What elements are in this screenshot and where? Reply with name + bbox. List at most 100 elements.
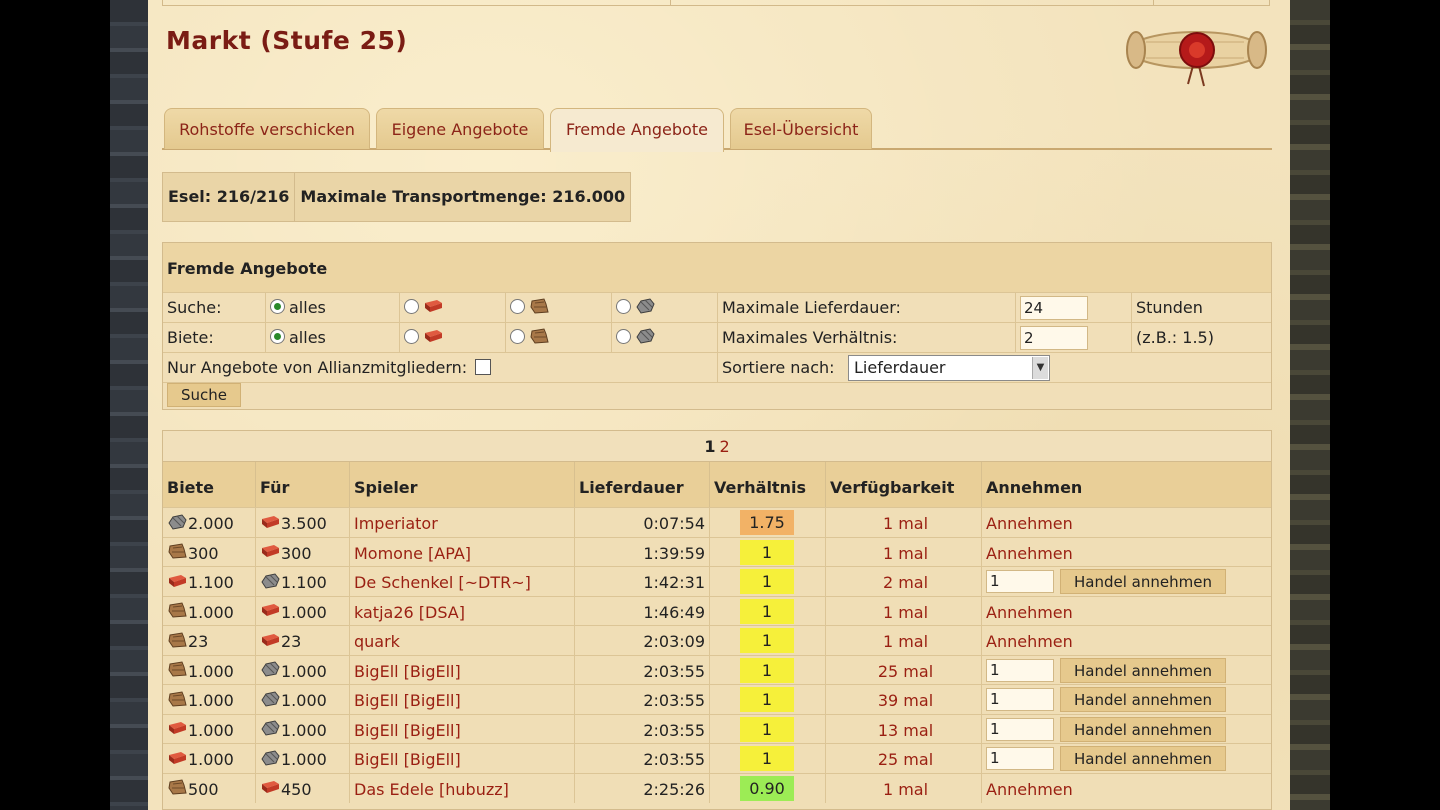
player-link[interactable]: katja26 [DSA]: [354, 603, 465, 622]
accept-cell: Annehmen: [981, 626, 1273, 655]
offer-cell: 1.100: [163, 567, 255, 596]
player-link[interactable]: Imperiator: [354, 514, 438, 533]
col-accept: Annehmen: [981, 462, 1273, 508]
tab-foreign-offers[interactable]: Fremde Angebote: [550, 108, 724, 152]
availability: 1 mal: [825, 626, 981, 655]
radio-button[interactable]: [404, 329, 419, 344]
radio-button[interactable]: [616, 299, 631, 314]
page-link[interactable]: 2: [719, 437, 729, 456]
search-button[interactable]: Suche: [167, 383, 241, 407]
max-delivery-input[interactable]: 24: [1020, 296, 1088, 320]
tab-own-offers[interactable]: Eigene Angebote: [376, 108, 544, 149]
trade-quantity-input[interactable]: 1: [986, 688, 1054, 711]
trade-quantity-input[interactable]: 1: [986, 658, 1054, 682]
chevron-down-icon[interactable]: ▼: [1032, 357, 1048, 379]
accept-cell: 1 Handel annehmen: [981, 567, 1273, 596]
stone-icon: [261, 749, 280, 766]
radio-button[interactable]: [404, 299, 419, 314]
offer-amount: 1.000: [188, 691, 234, 710]
player-link[interactable]: BigEll [BigEll]: [354, 721, 461, 740]
donkey-count: Esel: 216/216: [163, 173, 296, 221]
trade-quantity-input[interactable]: 1: [986, 570, 1054, 593]
offer-cell: 23: [163, 626, 255, 655]
transport-stats: Esel: 216/216 Maximale Transportmenge: 2…: [162, 172, 632, 222]
accept-link[interactable]: Annehmen: [986, 514, 1073, 533]
table-row: 1.000 1.000 katja26 [DSA] 1:46:49 1 1 mal Anne…: [163, 595, 1271, 626]
accept-trade-button[interactable]: Handel annehmen: [1060, 746, 1226, 771]
player-link[interactable]: BigEll [BigEll]: [354, 691, 461, 710]
all-label: alles: [289, 328, 326, 347]
player-link[interactable]: BigEll [BigEll]: [354, 662, 461, 681]
radio-button[interactable]: [270, 299, 285, 314]
delivery-time: 1:46:49: [574, 596, 709, 626]
search-row-submit: [163, 382, 1271, 411]
offers-table: 1 2 Biete Für Spieler Lieferdauer Verhält…: [162, 430, 1272, 810]
player-link[interactable]: quark: [354, 632, 400, 651]
ratio-cell: 1: [709, 596, 825, 626]
accept-cell: 1 Handel annehmen: [981, 685, 1273, 714]
max-delivery-unit: Stunden: [1131, 293, 1273, 323]
search-stone-option[interactable]: [611, 293, 717, 323]
ratio-value: 1: [740, 746, 794, 771]
player-link[interactable]: BigEll [BigEll]: [354, 750, 461, 769]
alliance-filter: Nur Angebote von Allianzmitgliedern:: [163, 353, 717, 383]
player-link[interactable]: De Schenkel [~DTR~]: [354, 573, 531, 592]
accept-link[interactable]: Annehmen: [986, 544, 1073, 563]
max-ratio-input[interactable]: 2: [1020, 326, 1088, 350]
availability: 2 mal: [825, 567, 981, 596]
offer-brick-option[interactable]: [399, 323, 505, 353]
sort-select[interactable]: Lieferdauer ▼: [848, 355, 1050, 381]
player-link[interactable]: Momone [APA]: [354, 544, 471, 563]
ratio-value: 1: [740, 569, 794, 594]
accept-link[interactable]: Annehmen: [986, 632, 1073, 651]
want-amount: 300: [281, 543, 312, 563]
offer-amount: 500: [188, 779, 219, 799]
stone-icon: [261, 690, 280, 707]
ratio-cell: 1: [709, 567, 825, 596]
trade-quantity-input[interactable]: 1: [986, 717, 1054, 741]
accept-cell: 1 Handel annehmen: [981, 744, 1273, 773]
accept-trade-button[interactable]: Handel annehmen: [1060, 569, 1226, 594]
scroll-seal-icon[interactable]: [1124, 22, 1269, 88]
search-all-option[interactable]: alles: [265, 293, 399, 323]
col-for: Für: [255, 462, 349, 508]
radio-button[interactable]: [510, 329, 525, 344]
accept-link[interactable]: Annehmen: [986, 780, 1073, 799]
radio-button[interactable]: [510, 299, 525, 314]
radio-button[interactable]: [270, 329, 285, 344]
offer-cell: 500: [163, 774, 255, 803]
ratio-value: 0.90: [740, 775, 794, 801]
accept-trade-button[interactable]: Handel annehmen: [1060, 687, 1226, 712]
brick-icon: [169, 751, 186, 764]
player-link[interactable]: Das Edele [hubuzz]: [354, 780, 509, 799]
player-cell: katja26 [DSA]: [349, 596, 574, 626]
offer-wood-option[interactable]: [505, 323, 611, 353]
max-ratio-cell: 2: [1015, 323, 1131, 353]
trade-quantity-input[interactable]: 1: [986, 747, 1054, 770]
ratio-cell: 0.90: [709, 773, 825, 803]
offer-cell: 1.000: [163, 597, 255, 626]
table-header: Biete Für Spieler Lieferdauer Verhältnis…: [163, 461, 1273, 508]
accept-trade-button[interactable]: Handel annehmen: [1060, 716, 1226, 742]
availability: 13 mal: [825, 714, 981, 744]
want-amount: 450: [281, 779, 312, 799]
tab-send-resources[interactable]: Rohstoffe verschicken: [164, 108, 370, 149]
accept-link[interactable]: Annehmen: [986, 603, 1073, 622]
delivery-time: 2:03:55: [574, 744, 709, 773]
alliance-only-checkbox[interactable]: [475, 358, 492, 375]
offer-all-option[interactable]: alles: [265, 323, 399, 353]
radio-button[interactable]: [616, 329, 631, 344]
accept-cell: Annehmen: [981, 773, 1273, 803]
stone-wall-right: [1290, 0, 1330, 810]
search-brick-option[interactable]: [399, 293, 505, 323]
ratio-cell: 1: [709, 685, 825, 714]
accept-trade-button[interactable]: Handel annehmen: [1060, 657, 1226, 683]
table-row: 500 450 Das Edele [hubuzz] 2:25:26 0.90 1 mal…: [163, 772, 1273, 803]
stone-wall-left: [110, 0, 148, 810]
offer-stone-option[interactable]: [611, 323, 717, 353]
want-amount: 1.000: [281, 720, 327, 740]
search-wood-option[interactable]: [505, 293, 611, 323]
tab-donkey-overview[interactable]: Esel-Übersicht: [730, 108, 872, 149]
search-row-options: Nur Angebote von Allianzmitgliedern: Sor…: [163, 352, 1271, 383]
brick-icon: [262, 545, 279, 557]
